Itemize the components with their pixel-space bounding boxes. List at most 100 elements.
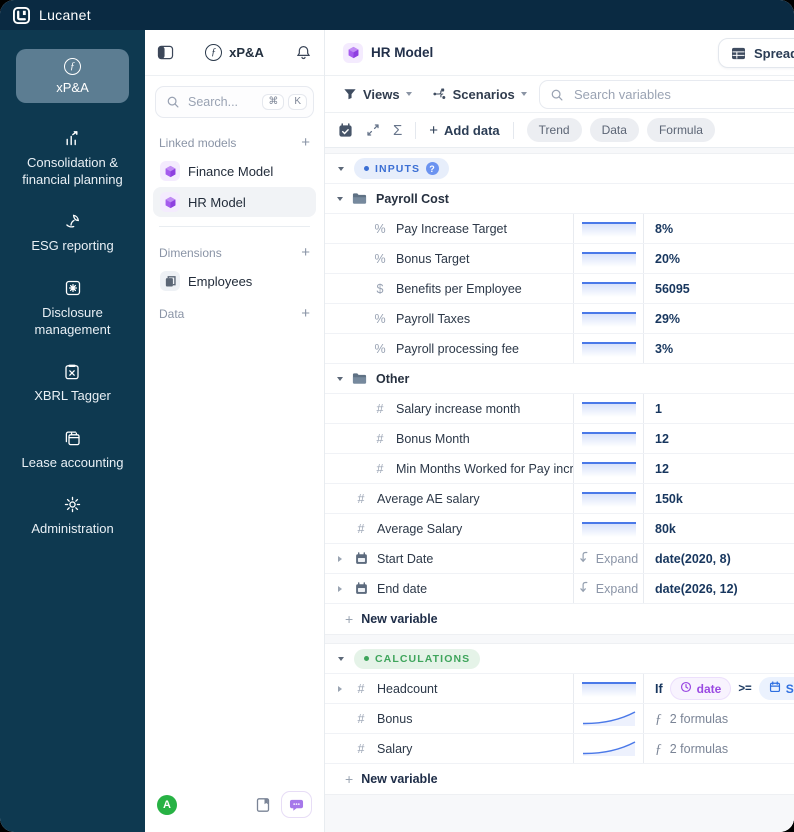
variable-search[interactable] <box>539 80 794 109</box>
table-row[interactable]: % Payroll processing fee 3% <box>325 334 794 364</box>
sigma-icon[interactable]: Σ <box>393 122 402 139</box>
sidebar-item-label: XBRL Tagger <box>34 388 111 404</box>
collapse-caret-icon[interactable] <box>338 166 344 171</box>
variable-value-cell[interactable]: 3% <box>644 334 794 363</box>
panel-item[interactable]: Employees <box>153 266 316 296</box>
scenarios-dropdown[interactable]: Scenarios <box>426 87 533 102</box>
add-dimensions-button[interactable]: + <box>301 245 310 260</box>
sidebar-item-xpa[interactable]: ƒ xP&A <box>16 49 129 103</box>
add-data-button[interactable]: + <box>301 306 310 321</box>
new-variable-row[interactable]: + New variable <box>325 604 794 634</box>
variable-trend-cell[interactable] <box>574 674 644 703</box>
variable-trend-cell[interactable] <box>574 734 644 763</box>
help-icon[interactable]: ? <box>426 162 440 175</box>
views-dropdown[interactable]: Views <box>337 87 418 102</box>
collapse-caret-icon[interactable] <box>337 376 343 381</box>
expand-button[interactable]: Expand <box>579 551 638 566</box>
variable-trend-cell[interactable] <box>574 304 644 333</box>
pill-formula[interactable]: Formula <box>646 118 715 142</box>
table-row[interactable]: % Payroll Taxes 29% <box>325 304 794 334</box>
sidebar-item-consolidation[interactable]: Consolidation & financial planning <box>0 129 145 188</box>
sidebar-item-disclosure[interactable]: Disclosure management <box>0 279 145 338</box>
table-row[interactable]: # Bonus Month 12 <box>325 424 794 454</box>
sidebar-item-administration[interactable]: Administration <box>25 495 119 538</box>
variable-trend-cell[interactable] <box>574 454 644 483</box>
variable-value-cell[interactable]: 20% <box>644 244 794 273</box>
variable-trend-cell[interactable] <box>574 514 644 543</box>
variable-trend-cell[interactable] <box>574 704 644 733</box>
table-row[interactable]: # Min Months Worked for Pay increase 12 <box>325 454 794 484</box>
table-row[interactable]: Start Date Expand date(2020, 8) <box>325 544 794 574</box>
variable-value-cell[interactable]: 80k <box>644 514 794 543</box>
folder-row[interactable]: Payroll Cost <box>325 184 794 214</box>
variable-trend-cell[interactable] <box>574 244 644 273</box>
variable-trend-cell[interactable]: Expand <box>574 574 644 603</box>
expand-arrows-icon[interactable] <box>366 123 380 137</box>
table-row[interactable]: # Headcount If date >= Start Date <box>325 674 794 704</box>
variable-value-cell[interactable]: 56095 <box>644 274 794 303</box>
variable-value-cell[interactable]: 29% <box>644 304 794 333</box>
formula-token-start-date[interactable]: Start Date <box>758 677 794 700</box>
variable-value-cell[interactable]: 150k <box>644 484 794 513</box>
add-data-button[interactable]: + Add data <box>429 122 499 139</box>
add-linked-models-button[interactable]: + <box>301 135 310 150</box>
variable-trend-cell[interactable] <box>574 424 644 453</box>
spreadsheet-button[interactable]: Spreads <box>718 38 794 68</box>
panel-search[interactable]: ⌘K <box>155 86 314 118</box>
table-row[interactable]: % Bonus Target 20% <box>325 244 794 274</box>
sidebar-item-esg[interactable]: ESG reporting <box>25 212 119 255</box>
panel-toggle-icon[interactable] <box>157 45 174 60</box>
collapse-caret-icon[interactable] <box>338 656 344 661</box>
pill-data[interactable]: Data <box>589 118 639 142</box>
calendar-check-icon[interactable] <box>338 122 353 138</box>
panel-item[interactable]: Finance Model <box>153 156 316 186</box>
fx-circle-icon: ƒ <box>64 57 81 75</box>
section-header-row[interactable]: CALCULATIONS <box>325 644 794 674</box>
variable-value-cell[interactable]: date(2020, 8) <box>644 544 794 573</box>
table-row[interactable]: $ Benefits per Employee 56095 <box>325 274 794 304</box>
avatar[interactable]: A <box>157 794 177 815</box>
variable-value-cell[interactable]: 8% <box>644 214 794 243</box>
variable-value-cell[interactable]: 12 <box>644 424 794 453</box>
new-variable-row[interactable]: + New variable <box>325 764 794 794</box>
expand-caret-icon[interactable] <box>338 585 342 592</box>
table-row[interactable]: % Pay Increase Target 8% <box>325 214 794 244</box>
section-label: INPUTS <box>375 162 421 175</box>
variable-trend-cell[interactable] <box>574 214 644 243</box>
table-row[interactable]: End date Expand date(2026, 12) <box>325 574 794 604</box>
variable-value-cell[interactable]: ƒ 2 formulas <box>644 704 794 733</box>
section-header-row[interactable]: INPUTS? <box>325 154 794 184</box>
variable-value-cell[interactable]: If date >= Start Date <box>644 674 794 703</box>
bell-icon[interactable] <box>295 44 312 61</box>
table-row[interactable]: # Average Salary 80k <box>325 514 794 544</box>
variable-trend-cell[interactable] <box>574 334 644 363</box>
expand-button[interactable]: Expand <box>579 581 638 596</box>
folder-row[interactable]: Other <box>325 364 794 394</box>
variable-value-cell[interactable]: ƒ 2 formulas <box>644 734 794 763</box>
chat-button[interactable] <box>281 791 312 818</box>
formula-token-date[interactable]: date <box>669 677 732 700</box>
variable-search-input[interactable] <box>572 86 794 103</box>
table-row[interactable]: # Salary increase month 1 <box>325 394 794 424</box>
variable-trend-cell[interactable]: Expand <box>574 544 644 573</box>
variable-trend-cell[interactable] <box>574 274 644 303</box>
expand-caret-icon[interactable] <box>338 555 342 562</box>
table-row[interactable]: # Average AE salary 150k <box>325 484 794 514</box>
variable-trend-cell[interactable] <box>574 484 644 513</box>
variable-trend-cell[interactable] <box>574 394 644 423</box>
sidebar-item-xbrl[interactable]: XBRL Tagger <box>28 362 117 405</box>
variable-value-cell[interactable]: 1 <box>644 394 794 423</box>
variable-value-cell[interactable]: 12 <box>644 454 794 483</box>
main-content: HR Model Spreads Views Scenarios <box>325 30 794 832</box>
panel-item[interactable]: HR Model <box>153 187 316 217</box>
variable-value: 12 <box>655 431 669 446</box>
variable-value-cell[interactable]: date(2026, 12) <box>644 574 794 603</box>
table-row[interactable]: # Salary ƒ 2 formulas <box>325 734 794 764</box>
pill-trend[interactable]: Trend <box>526 118 582 142</box>
collapse-caret-icon[interactable] <box>337 196 343 201</box>
sidebar-item-lease[interactable]: Lease accounting <box>16 429 130 472</box>
docs-book-icon[interactable] <box>255 797 271 813</box>
expand-caret-icon[interactable] <box>338 685 342 692</box>
table-row[interactable]: # Bonus ƒ 2 formulas <box>325 704 794 734</box>
search-input[interactable] <box>186 94 250 110</box>
